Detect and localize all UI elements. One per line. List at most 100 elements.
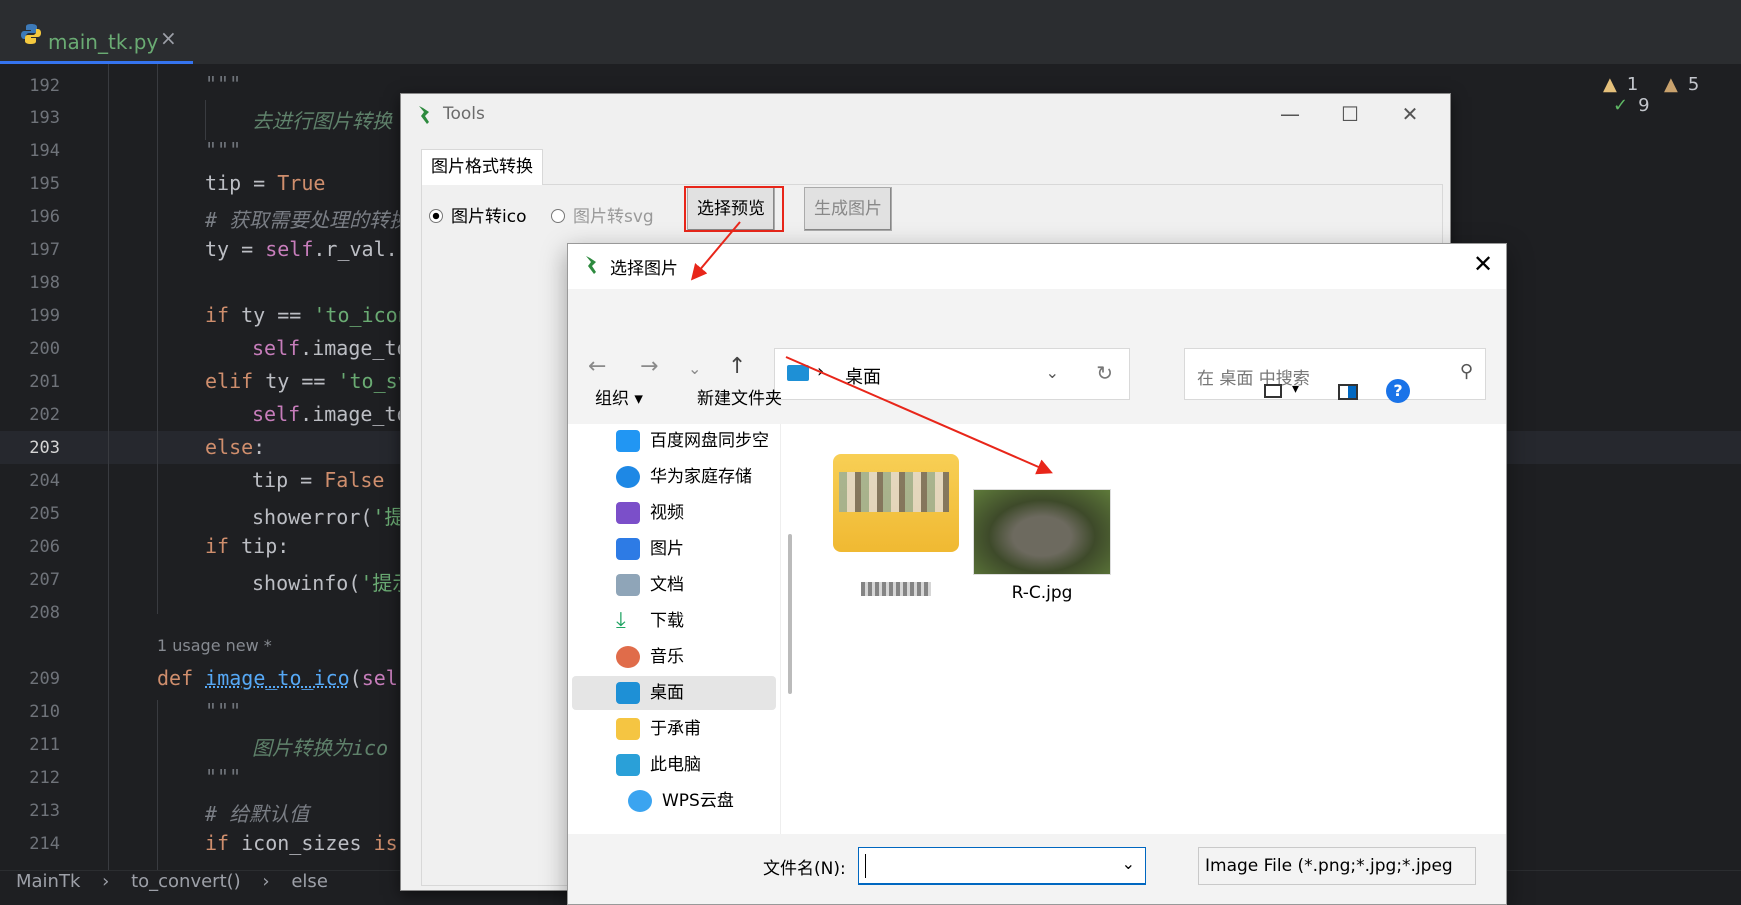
nav-item-baidu-sync[interactable]: 百度网盘同步空 xyxy=(572,424,776,458)
code-line-213[interactable]: # 给默认值 xyxy=(205,798,309,827)
organize-menu[interactable]: 组织 ▾ xyxy=(595,384,643,409)
code-self: self xyxy=(265,237,314,261)
recent-locations-icon[interactable]: ⌄ xyxy=(688,359,701,378)
nav-item-documents[interactable]: 文档 xyxy=(572,568,776,602)
address-bar[interactable]: › 桌面 ⌄ ↻ xyxy=(774,348,1130,400)
filename-input[interactable]: ⌄ xyxy=(858,847,1146,885)
code-text: """ xyxy=(205,699,242,723)
line-number: 206 xyxy=(29,537,60,557)
nav-item-music[interactable]: 音乐 xyxy=(572,640,776,674)
refresh-icon[interactable]: ↻ xyxy=(1096,361,1113,385)
code-text: tip: xyxy=(229,534,290,558)
nav-label: 此电脑 xyxy=(650,755,701,775)
back-arrow-icon[interactable]: ← xyxy=(588,354,606,379)
code-self: self xyxy=(252,402,301,426)
code-string: 'to_icon xyxy=(313,303,410,327)
nav-item-videos[interactable]: 视频 xyxy=(572,496,776,530)
line-number: 200 xyxy=(29,339,60,359)
filetype-select[interactable]: Image File (*.png;*.jpg;*.jpeg xyxy=(1198,847,1476,885)
code-line-210[interactable]: """ xyxy=(205,699,241,723)
nav-item-huawei-storage[interactable]: 华为家庭存储 xyxy=(572,460,776,494)
weak-warning-icon: ▲ xyxy=(1664,74,1678,95)
code-string: 'to_sv xyxy=(337,369,410,393)
code-line-199[interactable]: if ty == 'to_icon xyxy=(205,303,410,327)
code-line-200[interactable]: self.image_to xyxy=(252,336,409,360)
tk-feather-icon xyxy=(419,106,429,124)
folder-item[interactable] xyxy=(833,454,959,596)
new-folder-button[interactable]: 新建文件夹 xyxy=(697,384,782,409)
radio-to-ico[interactable]: 图片转ico xyxy=(429,202,526,227)
up-arrow-icon[interactable]: ↑ xyxy=(728,354,746,379)
code-line-201[interactable]: elif ty == 'to_sv xyxy=(205,369,410,393)
view-dropdown-icon[interactable]: ▾ xyxy=(1292,381,1299,397)
help-icon[interactable]: ? xyxy=(1386,379,1410,403)
nav-item-this-pc[interactable]: 此电脑 xyxy=(572,748,776,782)
code-comment: # 获取需要处理的转换 xyxy=(205,208,410,232)
code-line-211[interactable]: 图片转换为ico xyxy=(252,732,388,761)
code-line-207[interactable]: showinfo('提示 xyxy=(252,567,412,596)
address-crumb[interactable]: 桌面 xyxy=(845,363,881,389)
code-line-206[interactable]: if tip: xyxy=(205,534,289,558)
code-text: """ xyxy=(205,765,242,789)
usage-hint[interactable]: 1 usage new * xyxy=(157,636,272,655)
code-line-212[interactable]: """ xyxy=(205,765,241,789)
gutter-divider xyxy=(108,64,109,870)
editor-tab-main-tk[interactable]: main_tk.py × xyxy=(0,10,193,64)
maximize-button[interactable]: ☐ xyxy=(1320,94,1380,134)
code-line-202[interactable]: self.image_to xyxy=(252,402,409,426)
code-line-197[interactable]: ty = self.r_val. xyxy=(205,237,398,261)
code-line-204[interactable]: tip = False xyxy=(252,468,384,492)
minimize-button[interactable]: — xyxy=(1260,94,1320,134)
line-number: 211 xyxy=(29,735,60,755)
code-line-194[interactable]: """ xyxy=(205,138,241,162)
nav-scrollbar[interactable] xyxy=(788,534,792,694)
preview-pane-icon[interactable] xyxy=(1338,384,1358,400)
file-open-dialog: 选择图片 ✕ ← → ⌄ ↑ › 桌面 ⌄ ↻ 在 桌面 中搜索 ⚲ 组织 ▾ … xyxy=(567,243,1507,905)
folder-icon xyxy=(833,454,959,552)
breadcrumb-block[interactable]: else xyxy=(291,871,328,892)
code-line-193[interactable]: 去进行图片转换 xyxy=(252,105,392,134)
nav-item-downloads[interactable]: ⤓ 下载 xyxy=(572,604,776,638)
forward-arrow-icon[interactable]: → xyxy=(640,354,658,379)
line-number: 197 xyxy=(29,240,60,260)
breadcrumb-method[interactable]: to_convert() xyxy=(131,871,241,892)
tab-image-format[interactable]: 图片格式转换 xyxy=(421,149,543,185)
tab-close-icon[interactable]: × xyxy=(160,26,177,50)
radio-to-svg[interactable]: 图片转svg xyxy=(551,202,654,227)
code-line-205[interactable]: showerror('提 xyxy=(252,501,404,530)
nav-item-desktop[interactable]: 桌面 xyxy=(572,676,776,710)
close-button[interactable]: ✕ xyxy=(1380,94,1440,134)
code-keyword: False xyxy=(324,468,385,492)
indent-guide xyxy=(157,700,158,870)
code-line-192[interactable]: """ xyxy=(205,72,241,96)
code-line-214[interactable]: if icon_sizes is xyxy=(205,831,398,855)
dialog-close-button[interactable]: ✕ xyxy=(1460,244,1506,284)
code-keyword: if xyxy=(205,534,230,558)
code-text: showerror( xyxy=(252,505,373,529)
nav-item-wps-cloud[interactable]: WPS云盘 xyxy=(584,784,780,818)
code-line-196[interactable]: # 获取需要处理的转换 xyxy=(205,204,409,233)
code-text: .image_to xyxy=(300,336,409,360)
code-text: tip = xyxy=(252,468,325,492)
nav-item-pictures[interactable]: 图片 xyxy=(572,532,776,566)
code-line-203[interactable]: else: xyxy=(205,435,265,459)
chevron-down-icon[interactable]: ⌄ xyxy=(1122,854,1135,873)
breadcrumb-class[interactable]: MainTk xyxy=(16,871,80,892)
chevron-down-icon[interactable]: ⌄ xyxy=(1046,363,1059,382)
search-box[interactable]: 在 桌面 中搜索 ⚲ xyxy=(1184,348,1486,400)
code-text: """ xyxy=(205,138,242,162)
nav-item-user-folder[interactable]: 于承甫 xyxy=(572,712,776,746)
code-line-209[interactable]: def image_to_ico(sel xyxy=(157,666,398,690)
code-text: 去进行图片转换 xyxy=(252,109,392,133)
code-self: sel xyxy=(361,666,398,690)
code-keyword: else xyxy=(205,435,254,459)
file-item-r-c-jpg[interactable]: R-C.jpg xyxy=(973,489,1111,603)
code-text: ( xyxy=(349,666,362,690)
inspection-widget[interactable]: ▲ 1 ▲ 5 ✓ 9 xyxy=(1603,74,1741,116)
code-text: ty == xyxy=(253,369,338,393)
dialog-title: 选择图片 xyxy=(610,259,678,279)
code-line-195[interactable]: tip = True xyxy=(205,171,325,195)
generate-image-button[interactable]: 生成图片 xyxy=(804,187,892,231)
filename-label: 文件名(N): xyxy=(763,859,846,879)
view-mode-icon[interactable] xyxy=(1264,384,1282,398)
